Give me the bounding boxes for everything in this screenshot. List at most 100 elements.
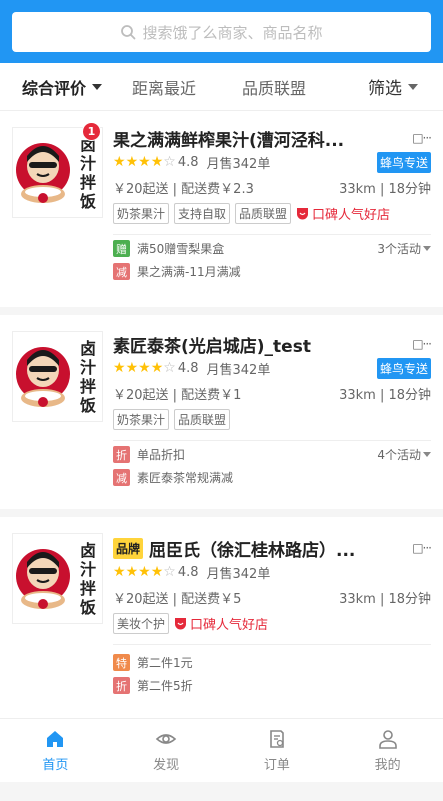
store-tag: 美妆个护	[113, 612, 170, 634]
tab-discover-label: 发现	[153, 758, 180, 773]
activity-text: 单品折扣	[137, 448, 186, 462]
store-card[interactable]: 卤汁拌饭 品牌 屈臣氏（徐汇桂林路店）... □··· ★ ★ ★ ★ ☆ 4.8 月售…	[0, 517, 443, 718]
smile-badge-icon	[297, 207, 309, 219]
logo-char: 拌	[80, 173, 96, 192]
logo-char: 汁	[80, 358, 96, 377]
tab-home-label: 首页	[42, 758, 69, 773]
smile-badge-icon	[175, 617, 187, 629]
search-placeholder: 搜索饿了么商家、商品名称	[142, 23, 323, 42]
rating-stars: ★ ★ ★ ★ ☆	[113, 564, 176, 580]
logo-char: 卤	[80, 541, 96, 560]
discount-icon: 折	[113, 677, 130, 694]
sort-comprehensive[interactable]: 综合评价	[22, 75, 103, 99]
sort-comprehensive-label: 综合评价	[22, 78, 87, 98]
brand-badge: 品牌	[113, 537, 144, 559]
logo-char: 汁	[80, 154, 96, 173]
popular-store-badge: 口碑人气好店	[296, 204, 390, 223]
chevron-down-icon	[423, 452, 431, 457]
tab-discover[interactable]: 发现	[111, 719, 222, 782]
store-logo-image: 卤汁拌饭	[16, 541, 96, 617]
monthly-sales: 月售342单	[206, 362, 271, 378]
logo-char: 拌	[80, 377, 96, 396]
distance-time: 33km | 18分钟	[339, 387, 431, 403]
activity-text: 第二件5折	[137, 679, 193, 693]
store-tag: 品质联盟	[174, 408, 231, 430]
store-tag: 奶茶果汁	[113, 202, 170, 224]
discount-icon: 减	[113, 263, 130, 280]
chevron-down-icon	[408, 83, 418, 90]
logo-char: 饭	[79, 396, 96, 415]
tab-profile-label: 我的	[374, 758, 401, 773]
distance-time: 33km | 18分钟	[339, 591, 431, 607]
more-icon[interactable]: □···	[412, 541, 432, 555]
activity-text: 第二件1元	[137, 656, 193, 670]
tab-home[interactable]: 首页	[0, 719, 111, 782]
popular-store-label: 口碑人气好店	[190, 617, 269, 633]
more-icon[interactable]: □···	[412, 131, 432, 145]
rating-stars: ★ ★ ★ ★ ☆	[113, 360, 176, 376]
user-icon	[378, 730, 397, 749]
gift-icon: 赠	[113, 240, 130, 257]
sort-bar: 综合评价 距离最近 品质联盟 筛选	[0, 63, 443, 111]
activity-text: 满50赠雪梨果盒	[137, 242, 225, 256]
divider	[113, 644, 431, 645]
activity-text: 素匠泰茶常规满减	[137, 471, 234, 485]
activity-count-label: 4个活动	[377, 448, 421, 462]
delivery-fee: ￥20起送 | 配送费￥5	[113, 591, 242, 607]
popular-store-label: 口碑人气好店	[312, 207, 391, 223]
tab-orders-label: 订单	[263, 758, 290, 773]
chevron-down-icon	[92, 83, 103, 90]
delivery-tag: 蜂鸟专送	[376, 151, 431, 173]
sort-quality[interactable]: 品质联盟	[242, 75, 306, 99]
distance-time: 33km | 18分钟	[339, 181, 431, 197]
filter-label: 筛选	[368, 79, 402, 99]
more-icon[interactable]: □···	[412, 337, 432, 351]
logo-char: 拌	[80, 579, 96, 598]
store-name: 果之满满鲜榨果汁(漕河泾科...	[113, 130, 345, 151]
divider	[113, 440, 431, 441]
store-logo-image: 卤汁拌饭	[16, 135, 96, 211]
popular-store-badge: 口碑人气好店	[174, 614, 268, 633]
order-icon	[270, 730, 284, 748]
store-tag: 品质联盟	[235, 202, 292, 224]
activity-count-label: 3个活动	[377, 242, 421, 256]
search-header: 搜索饿了么商家、商品名称	[0, 0, 443, 63]
logo-char: 饭	[79, 192, 96, 211]
rating-value: 4.8	[177, 564, 199, 580]
activity-count[interactable]: 3个活动	[377, 240, 431, 257]
delivery-fee: ￥20起送 | 配送费￥2.3	[113, 181, 254, 197]
activity-text: 果之满满-11月满减	[137, 265, 241, 279]
store-tag: 奶茶果汁	[113, 408, 170, 430]
store-name: 屈臣氏（徐汇桂林路店）...	[149, 540, 356, 561]
store-logo-image: 卤汁拌饭	[16, 339, 96, 415]
activity-count[interactable]: 4个活动	[377, 446, 431, 463]
rating-stars: ★ ★ ★ ★ ☆	[113, 154, 176, 170]
rating-value: 4.8	[177, 154, 199, 170]
unread-badge: 1	[82, 122, 101, 141]
eye-icon	[155, 734, 177, 744]
filter-button[interactable]: 筛选	[368, 74, 418, 99]
store-card[interactable]: 卤汁拌饭 素匠泰茶(光启城店)_test □··· ★ ★ ★ ★ ☆ 4.8 月售34…	[0, 315, 443, 517]
special-offer-icon: 特	[113, 654, 130, 671]
monthly-sales: 月售342单	[206, 156, 271, 172]
store-name: 素匠泰茶(光启城店)_test	[113, 336, 311, 357]
store-tag: 支持自取	[174, 202, 231, 224]
sort-quality-label: 品质联盟	[242, 78, 307, 98]
store-card[interactable]: 卤汁拌饭 1 果之满满鲜榨果汁(漕河泾科... □··· ★ ★ ★ ★ ☆ 4.8 月…	[0, 111, 443, 315]
divider	[113, 234, 431, 235]
delivery-tag: 蜂鸟专送	[376, 357, 431, 379]
chevron-down-icon	[423, 246, 431, 251]
home-icon	[47, 731, 64, 747]
monthly-sales: 月售342单	[206, 566, 271, 582]
sort-distance[interactable]: 距离最近	[132, 75, 196, 99]
logo-char: 饭	[79, 598, 96, 617]
tab-profile[interactable]: 我的	[332, 719, 443, 782]
tab-orders[interactable]: 订单	[222, 719, 333, 782]
discount-icon: 折	[113, 446, 130, 463]
bottom-tab-bar: 首页 发现 订单 我的	[0, 718, 443, 782]
sort-distance-label: 距离最近	[132, 78, 197, 98]
search-input[interactable]: 搜索饿了么商家、商品名称	[12, 12, 431, 52]
delivery-fee: ￥20起送 | 配送费￥1	[113, 387, 242, 403]
bottom-safe-area	[0, 782, 443, 801]
logo-char: 汁	[80, 560, 96, 579]
